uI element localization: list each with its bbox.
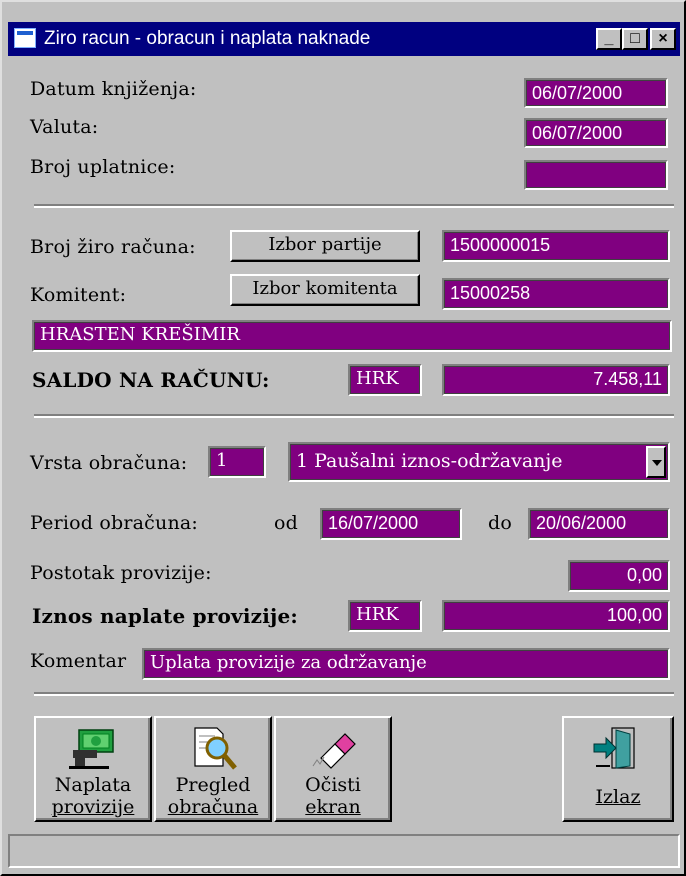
datum-knjizenja-field[interactable]: 06/07/2000 — [524, 78, 668, 108]
izlaz-button[interactable]: Izlaz — [562, 716, 674, 822]
komitent-label: Komitent: — [30, 284, 127, 306]
separator — [34, 414, 674, 418]
period-do-field[interactable]: 20/06/2000 — [528, 508, 670, 540]
vrsta-obracuna-code-field[interactable]: 1 — [208, 446, 266, 478]
pregled-label-line1: Pregled — [175, 774, 251, 796]
ocisti-ekran-button[interactable]: Očisti ekran — [274, 716, 392, 822]
broj-uplatnice-field[interactable] — [524, 160, 668, 190]
izbor-komitenta-button[interactable]: Izbor komitenta — [230, 274, 420, 306]
pregled-label-line2: obračuna — [167, 796, 259, 818]
maximize-button[interactable]: □ — [622, 28, 648, 50]
saldo-value-field: 7.458,11 — [442, 364, 670, 396]
minimize-button[interactable]: _ — [596, 28, 622, 50]
separator — [34, 204, 674, 208]
valuta-label: Valuta: — [30, 116, 99, 138]
ocisti-label-line2: ekran — [305, 796, 361, 818]
period-od-field[interactable]: 16/07/2000 — [320, 508, 462, 540]
ocisti-label-line1: Očisti — [305, 774, 361, 796]
main-window: Ziro racun - obracun i naplata naknade _… — [0, 0, 686, 876]
window-title: Ziro racun - obracun i naplata naknade — [44, 28, 371, 49]
status-bar — [8, 834, 680, 868]
saldo-label: SALDO NA RAČUNU: — [32, 368, 270, 392]
komitent-name-field[interactable]: HRASTEN KREŠIMIR — [32, 320, 672, 352]
broj-ziro-racuna-field[interactable]: 1500000015 — [442, 230, 670, 262]
period-obracuna-label: Period obračuna: — [30, 512, 199, 534]
magnifier-icon — [194, 727, 237, 770]
izlaz-label: Izlaz — [595, 786, 641, 808]
iznos-currency-field: HRK — [348, 600, 422, 632]
pregled-obracuna-button[interactable]: Pregled obračuna — [154, 716, 272, 822]
naplata-label-line1: Naplata — [54, 774, 132, 796]
naplata-provizije-button[interactable]: Naplata provizije — [34, 716, 152, 822]
valuta-field[interactable]: 06/07/2000 — [524, 118, 668, 148]
close-button[interactable]: × — [650, 28, 676, 50]
komitent-field[interactable]: 15000258 — [442, 278, 670, 310]
saldo-currency-field: HRK — [348, 364, 422, 396]
datum-knjizenja-label: Datum knjiženja: — [30, 78, 197, 100]
period-od-label: od — [274, 512, 299, 534]
exit-door-icon — [593, 727, 635, 769]
vrsta-obracuna-selected[interactable]: 1 Paušalni iznos-održavanje — [288, 442, 670, 482]
title-bar[interactable]: Ziro racun - obracun i naplata naknade _… — [8, 22, 680, 56]
vrsta-obracuna-dropdown[interactable]: 1 Paušalni iznos-održavanje — [288, 442, 670, 482]
separator — [34, 692, 674, 696]
izbor-partije-button[interactable]: Izbor partije — [230, 230, 420, 262]
broj-ziro-racuna-label: Broj žiro računa: — [30, 236, 196, 258]
eraser-icon — [312, 733, 356, 769]
period-do-label: do — [488, 512, 513, 534]
broj-uplatnice-label: Broj uplatnice: — [30, 156, 176, 178]
postotak-provizije-label: Postotak provizije: — [30, 562, 212, 584]
iznos-naplate-label: Iznos naplate provizije: — [32, 604, 298, 628]
money-icon — [69, 729, 114, 769]
postotak-provizije-field[interactable]: 0,00 — [568, 560, 670, 592]
dropdown-arrow-icon[interactable] — [646, 446, 666, 478]
iznos-naplate-field[interactable]: 100,00 — [442, 600, 670, 632]
komentar-field[interactable]: Uplata provizije za održavanje — [142, 648, 670, 680]
vrsta-obracuna-label: Vrsta obračuna: — [30, 452, 188, 474]
komentar-label: Komentar — [30, 650, 127, 672]
naplata-label-line2: provizije — [51, 796, 135, 818]
window-icon[interactable] — [14, 28, 36, 48]
